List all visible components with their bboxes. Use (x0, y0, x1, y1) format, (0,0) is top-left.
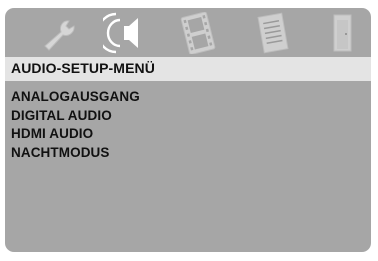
setup-menu-screen: AUDIO-SETUP-MENÜ ANALOGAUSGANG DIGITAL A… (5, 8, 371, 252)
list-icon[interactable] (253, 12, 293, 54)
menu-item-night-mode[interactable]: NACHTMODUS (11, 144, 140, 163)
audio-setup-menu-list: ANALOGAUSGANG DIGITAL AUDIO HDMI AUDIO N… (11, 88, 140, 162)
menu-title-bar: AUDIO-SETUP-MENÜ (5, 57, 371, 81)
wrench-icon[interactable] (41, 12, 81, 54)
menu-item-digital-audio[interactable]: DIGITAL AUDIO (11, 107, 140, 126)
menu-item-hdmi-audio[interactable]: HDMI AUDIO (11, 125, 140, 144)
speaker-icon[interactable] (103, 12, 147, 54)
setup-tab-bar (5, 8, 371, 56)
door-icon[interactable] (331, 12, 355, 54)
menu-item-analog-output[interactable]: ANALOGAUSGANG (11, 88, 140, 107)
film-icon[interactable] (177, 12, 221, 54)
menu-title: AUDIO-SETUP-MENÜ (11, 60, 155, 76)
